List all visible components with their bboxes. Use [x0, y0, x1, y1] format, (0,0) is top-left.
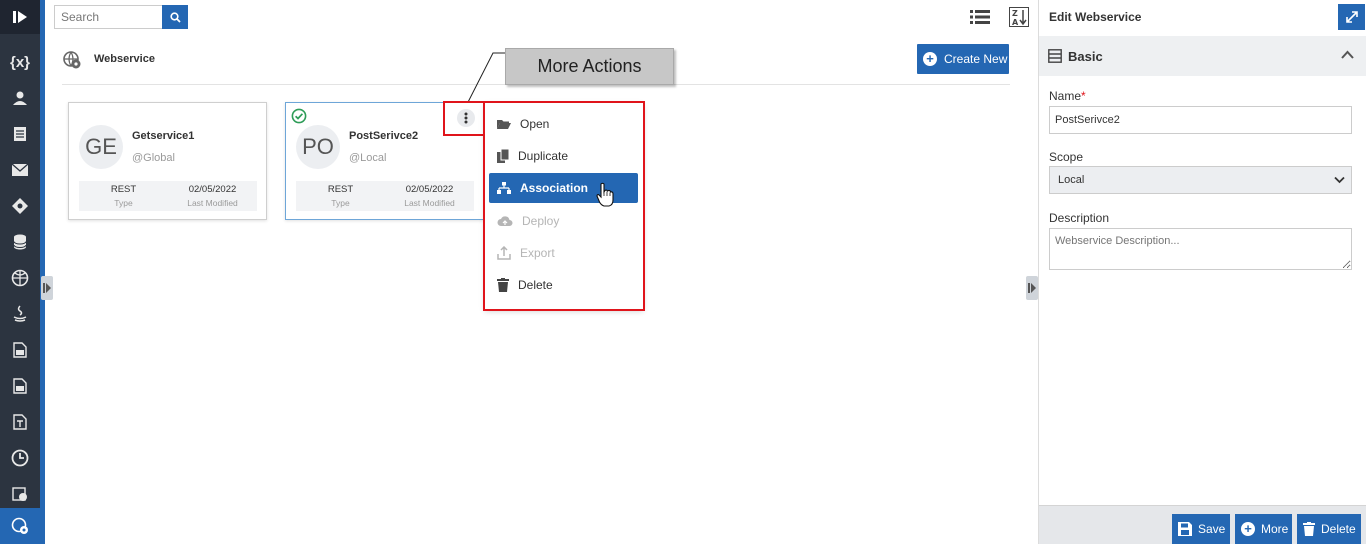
svg-text:A: A [1012, 18, 1019, 27]
expand-button[interactable] [1338, 4, 1365, 30]
more-actions-callout: More Actions [505, 48, 674, 85]
variables-icon-label: {x} [9, 53, 31, 71]
name-label: Name* [1049, 89, 1086, 103]
form-icon [1048, 49, 1062, 63]
mail-icon[interactable] [0, 152, 40, 188]
kebab-highlight-box [443, 101, 485, 136]
trash-icon [1303, 522, 1315, 536]
card-type: REST [327, 184, 354, 195]
java-icon[interactable] [0, 296, 40, 332]
search-input[interactable] [54, 5, 162, 29]
rail-accent-bar [40, 0, 45, 544]
user-icon[interactable] [0, 80, 40, 116]
card-modified: 02/05/2022 [188, 184, 237, 195]
sort-alpha-icon[interactable]: ZA [1008, 7, 1030, 27]
name-field[interactable] [1049, 106, 1352, 134]
description-field[interactable] [1049, 228, 1352, 270]
create-new-label: Create New [944, 52, 1008, 66]
delete-label: Delete [1321, 522, 1356, 536]
more-label: More [1261, 522, 1289, 536]
edit-panel: Edit Webservice Basic Name* Scope Local … [1038, 0, 1366, 544]
card-name: PostSerivce2 [349, 130, 419, 142]
webservice-card[interactable]: GE Getservice1 @Global REST Type 02/05/20… [68, 102, 267, 220]
description-label: Description [1049, 211, 1110, 225]
webservice-header-icon [62, 50, 82, 73]
card-scope: @Global [132, 152, 175, 164]
card-name: Getservice1 [132, 130, 195, 142]
left-panel-toggle[interactable] [41, 276, 53, 300]
list-view-icon[interactable] [969, 7, 991, 27]
plus-circle-icon: + [923, 52, 937, 66]
save-icon [1178, 522, 1192, 536]
card-meta: REST Type 02/05/2022 Last Modified [296, 181, 474, 211]
js-file-icon[interactable] [0, 332, 40, 368]
variables-icon[interactable]: {x} [0, 44, 40, 80]
plus-circle-icon: + [1241, 522, 1255, 536]
card-meta: REST Type 02/05/2022 Last Modified [79, 181, 257, 211]
hand-cursor-icon [596, 182, 614, 207]
panel-title: Edit Webservice [1049, 10, 1142, 24]
chevron-down-icon [1334, 176, 1345, 184]
avatar: PO [296, 125, 340, 169]
csv-file-icon[interactable] [0, 368, 40, 404]
search-button[interactable] [162, 5, 188, 29]
name-label-text: Name [1049, 89, 1082, 103]
save-label: Save [1198, 522, 1226, 536]
database-icon[interactable] [0, 224, 40, 260]
app-logo-icon[interactable] [0, 0, 40, 34]
section-title: Basic [1068, 48, 1103, 64]
more-button[interactable]: + More [1235, 514, 1292, 544]
scope-select[interactable]: Local [1049, 166, 1352, 194]
delete-button[interactable]: Delete [1297, 514, 1361, 544]
create-new-button[interactable]: + Create New [917, 44, 1009, 74]
decision-icon[interactable] [0, 188, 40, 224]
scope-value: Local [1058, 174, 1085, 186]
expand-icon [1345, 11, 1358, 23]
card-modified-label: Last Modified [187, 198, 238, 208]
document-icon[interactable] [0, 116, 40, 152]
card-type-label: Type [114, 198, 133, 208]
save-button[interactable]: Save [1172, 514, 1230, 544]
card-type: REST [110, 184, 137, 195]
callout-text: More Actions [537, 56, 642, 76]
chevron-up-icon[interactable] [1341, 50, 1354, 59]
clock-icon[interactable] [0, 440, 40, 476]
card-modified: 02/05/2022 [405, 184, 454, 195]
search-icon [169, 11, 181, 23]
webservice-icon[interactable] [0, 508, 40, 544]
right-panel-toggle[interactable] [1026, 276, 1038, 300]
required-marker: * [1081, 89, 1086, 103]
card-type-label: Type [331, 198, 350, 208]
check-circle-icon [291, 108, 307, 124]
card-modified-label: Last Modified [404, 198, 455, 208]
avatar: GE [79, 125, 123, 169]
scheduler-icon[interactable] [0, 476, 40, 512]
svg-text:Z: Z [1012, 9, 1018, 18]
page-title: Webservice [94, 53, 155, 65]
globe-icon[interactable] [0, 260, 40, 296]
menu-highlight-box [483, 101, 645, 311]
panel-footer: Save + More Delete [1039, 505, 1366, 544]
scope-label: Scope [1049, 150, 1084, 164]
section-header-basic[interactable]: Basic [1039, 36, 1366, 76]
template-file-icon[interactable] [0, 404, 40, 440]
card-scope: @Local [349, 152, 387, 164]
